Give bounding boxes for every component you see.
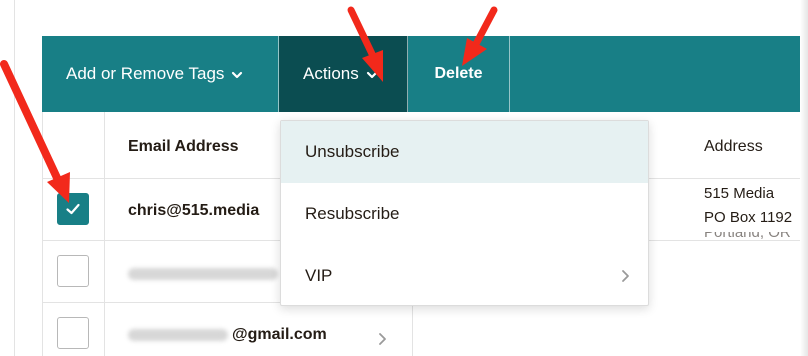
annotation-arrows — [0, 6, 498, 203]
arrow-to-checkbox — [0, 60, 70, 203]
arrow-to-actions — [347, 6, 383, 82]
arrow-to-delete — [462, 6, 498, 66]
